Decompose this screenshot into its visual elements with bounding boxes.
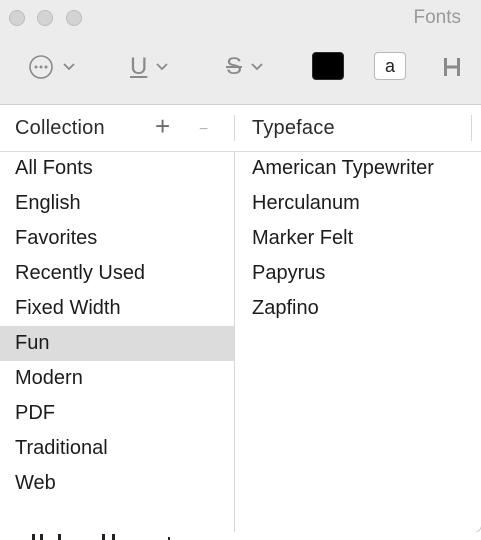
fonts-window: Fonts U S a Collection + − Typeface All … xyxy=(0,0,481,533)
list-item[interactable]: Marker Felt xyxy=(236,221,481,256)
strikethrough-menu-button[interactable]: S xyxy=(226,52,264,82)
header-divider xyxy=(234,115,235,141)
underline-menu-button[interactable]: U xyxy=(130,52,169,82)
remove-collection-button[interactable]: − xyxy=(199,117,208,143)
zoom-window-button[interactable] xyxy=(66,10,82,26)
list-item[interactable]: American Typewriter xyxy=(236,151,481,186)
minimize-window-button[interactable] xyxy=(37,10,53,26)
typeface-list: American Typewriter Herculanum Marker Fe… xyxy=(236,151,481,326)
list-item[interactable]: Recently Used xyxy=(0,256,234,291)
collection-header: Collection xyxy=(15,117,105,139)
chevron-down-icon xyxy=(62,62,76,72)
text-color-swatch[interactable] xyxy=(312,52,344,80)
column-divider[interactable] xyxy=(234,151,235,532)
columns-header: Collection + − Typeface xyxy=(0,105,481,152)
list-item[interactable]: PDF xyxy=(0,396,234,431)
document-color-label: a xyxy=(384,55,395,76)
list-item[interactable]: English xyxy=(0,186,234,221)
add-collection-button[interactable]: + xyxy=(155,113,170,139)
collection-list: All Fonts English Favorites Recently Use… xyxy=(0,151,234,501)
list-item[interactable]: Favorites xyxy=(0,221,234,256)
list-item[interactable]: Herculanum xyxy=(236,186,481,221)
ellipsis-circle-icon xyxy=(29,55,53,79)
header-divider xyxy=(471,115,472,141)
list-item[interactable]: All Fonts xyxy=(0,151,234,186)
window-title: Fonts xyxy=(413,7,461,28)
chevron-down-icon xyxy=(250,62,264,72)
document-color-swatch[interactable]: a xyxy=(374,52,406,80)
list-item[interactable]: Modern xyxy=(0,361,234,396)
list-item[interactable]: Fixed Width xyxy=(0,291,234,326)
close-window-button[interactable] xyxy=(9,10,25,26)
list-item[interactable]: Papyrus xyxy=(236,256,481,291)
list-item[interactable]: Web xyxy=(0,466,234,501)
list-item[interactable]: Traditional xyxy=(0,431,234,466)
list-item-selected[interactable]: Fun xyxy=(0,326,234,361)
spacing-icon[interactable] xyxy=(442,56,462,78)
chevron-down-icon xyxy=(155,62,169,72)
underline-icon: U xyxy=(130,53,148,80)
actions-menu-button[interactable] xyxy=(28,52,76,82)
list-item[interactable]: Zapfino xyxy=(236,291,481,326)
title-bar: Fonts U S a xyxy=(0,0,481,105)
strikethrough-icon: S xyxy=(226,53,243,80)
background-content xyxy=(0,532,481,540)
typeface-header: Typeface xyxy=(252,117,335,139)
